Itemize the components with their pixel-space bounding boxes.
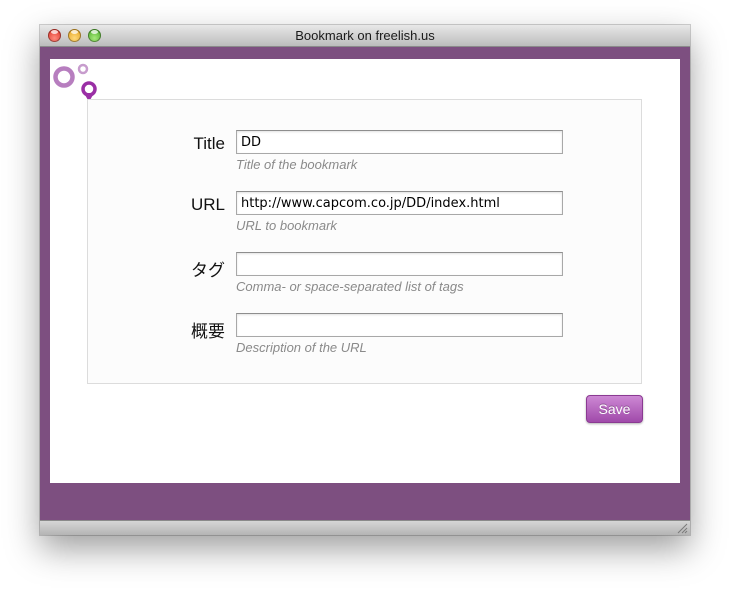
title-label: Title (193, 134, 226, 153)
bookmark-form: Title Title of the bookmark URL URL to b… (87, 99, 642, 384)
description-label: 概要 (191, 322, 225, 341)
description-input[interactable] (236, 313, 563, 337)
resize-grip-icon[interactable] (677, 523, 688, 534)
tags-input[interactable] (236, 252, 563, 276)
tags-hint: Comma- or space-separated list of tags (236, 279, 464, 294)
title-bar[interactable]: Bookmark on freelish.us (40, 25, 690, 47)
description-hint: Description of the URL (236, 340, 367, 355)
title-hint: Title of the bookmark (236, 157, 358, 172)
content-area: Title Title of the bookmark URL URL to b… (50, 59, 680, 483)
window-title: Bookmark on freelish.us (295, 28, 435, 43)
minimize-window-icon[interactable] (68, 29, 81, 42)
close-window-icon[interactable] (48, 29, 61, 42)
freelish-logo-icon (53, 63, 97, 102)
url-input[interactable] (236, 191, 563, 215)
zoom-window-icon[interactable] (88, 29, 101, 42)
status-bar (40, 520, 690, 535)
url-hint: URL to bookmark (236, 218, 337, 233)
bookmark-window: Bookmark on freelish.us Title Title of t… (40, 25, 690, 535)
url-label: URL (190, 195, 225, 214)
save-button[interactable]: Save (586, 395, 643, 423)
tags-label: タグ (191, 261, 225, 280)
title-input[interactable] (236, 130, 563, 154)
